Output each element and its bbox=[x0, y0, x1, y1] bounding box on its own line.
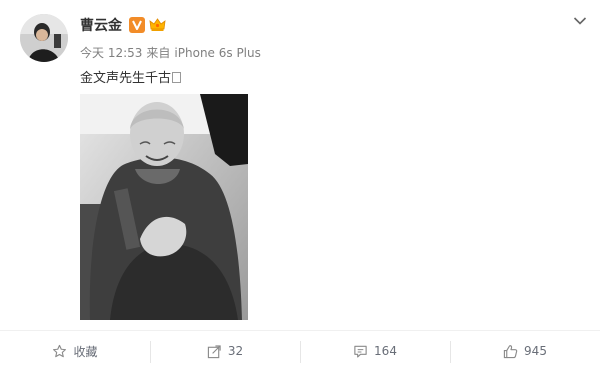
comment-button[interactable]: 164 bbox=[300, 331, 450, 371]
like-button[interactable]: 945 bbox=[450, 331, 600, 371]
missing-glyph-icon bbox=[172, 72, 182, 83]
star-icon bbox=[53, 344, 67, 357]
verified-v-icon bbox=[129, 17, 145, 33]
post-text: 金文声先生千古 bbox=[80, 67, 182, 86]
chevron-down-icon[interactable] bbox=[573, 16, 587, 26]
author-name[interactable]: 曹云金 bbox=[80, 15, 122, 35]
action-bar: 收藏 32 164 945 bbox=[0, 330, 600, 371]
favorite-label: 收藏 bbox=[73, 344, 98, 359]
share-icon bbox=[207, 344, 221, 358]
crown-icon[interactable] bbox=[149, 17, 166, 32]
post-meta: 今天 12:53 来自 iPhone 6s Plus bbox=[80, 44, 265, 61]
post-text-content: 金文声先生千古 bbox=[80, 71, 172, 86]
post-image[interactable] bbox=[80, 94, 248, 320]
thumbs-up-icon bbox=[503, 344, 518, 358]
favorite-button[interactable]: 收藏 bbox=[0, 331, 150, 371]
comment-count: 164 bbox=[374, 344, 397, 358]
share-count: 32 bbox=[227, 344, 244, 358]
post-via: 来自 bbox=[146, 46, 171, 60]
share-button[interactable]: 32 bbox=[150, 331, 300, 371]
like-count: 945 bbox=[524, 344, 547, 358]
author-avatar[interactable] bbox=[20, 14, 68, 62]
comment-icon bbox=[354, 345, 367, 357]
post-device[interactable]: iPhone 6s Plus bbox=[174, 46, 260, 60]
post-time[interactable]: 今天 12:53 bbox=[80, 46, 142, 60]
